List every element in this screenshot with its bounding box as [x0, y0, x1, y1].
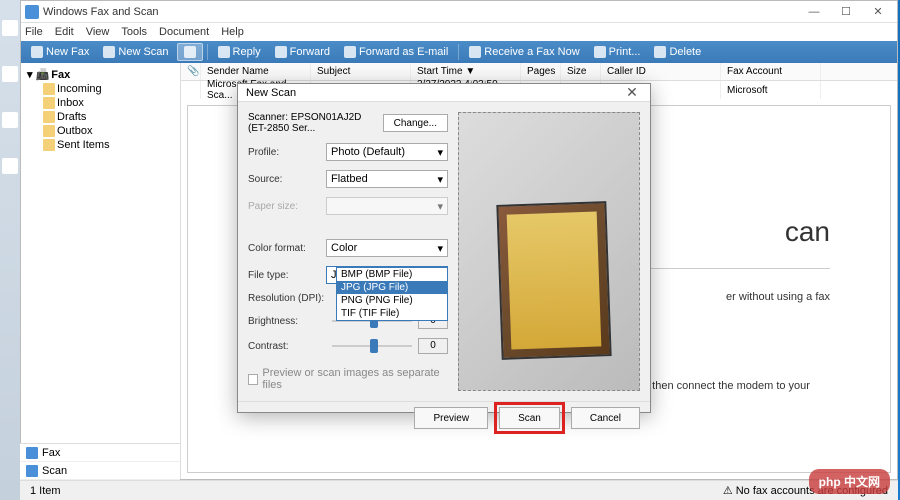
source-label: Source: — [248, 174, 326, 185]
receive-fax-button[interactable]: Receive a Fax Now — [463, 43, 585, 61]
dialog-close-button[interactable]: ✕ — [622, 84, 642, 101]
col-start-time[interactable]: Start Time ▼ — [411, 63, 521, 80]
desktop-icon[interactable] — [2, 66, 18, 82]
preview-toggle-button[interactable] — [177, 43, 203, 61]
col-account[interactable]: Fax Account — [721, 63, 821, 80]
filetype-option-bmp[interactable]: BMP (BMP File) — [337, 268, 447, 281]
forward-email-button[interactable]: Forward as E-mail — [338, 43, 454, 61]
print-button[interactable]: Print... — [588, 43, 647, 61]
forward-email-icon — [344, 46, 356, 58]
new-fax-icon — [31, 46, 43, 58]
print-icon — [594, 46, 606, 58]
col-pages[interactable]: Pages — [521, 63, 561, 80]
tree-drafts[interactable]: Drafts — [25, 110, 176, 124]
chevron-down-icon: ▾ — [437, 173, 443, 186]
contrast-slider[interactable] — [332, 345, 412, 347]
tree-outbox[interactable]: Outbox — [25, 124, 176, 138]
reply-button[interactable]: Reply — [212, 43, 267, 61]
new-scan-icon — [103, 46, 115, 58]
desktop-icon[interactable] — [2, 158, 18, 174]
tree-root-fax[interactable]: ▾ 📠 Fax — [25, 67, 176, 82]
menu-view[interactable]: View — [86, 26, 110, 38]
profile-select[interactable]: Photo (Default)▾ — [326, 143, 448, 161]
tree-incoming[interactable]: Incoming — [25, 82, 176, 96]
statusbar: 1 Item ⚠ No fax accounts are configured — [20, 480, 898, 500]
delete-button[interactable]: Delete — [648, 43, 707, 61]
preview-icon — [184, 46, 196, 58]
minimize-button[interactable]: — — [799, 2, 829, 22]
menu-edit[interactable]: Edit — [55, 26, 74, 38]
forward-icon — [275, 46, 287, 58]
filetype-label: File type: — [248, 270, 326, 281]
col-sender[interactable]: Sender Name — [201, 63, 311, 80]
scan-preview-image — [496, 201, 611, 360]
desktop-icon[interactable] — [2, 20, 18, 36]
profile-label: Profile: — [248, 147, 326, 158]
col-attachment[interactable]: 📎 — [181, 63, 201, 80]
filetype-option-tif[interactable]: TIF (TIF File) — [337, 307, 447, 320]
reply-icon — [218, 46, 230, 58]
close-button[interactable]: ✕ — [863, 2, 893, 22]
watermark: php 中文网 — [809, 469, 890, 494]
app-icon — [25, 5, 39, 19]
new-scan-dialog: New Scan ✕ Scanner: EPSON01AJ2D (ET-2850… — [237, 83, 651, 413]
scan-button[interactable]: Scan — [499, 407, 560, 429]
chevron-down-icon: ▾ — [437, 242, 443, 255]
filetype-dropdown: BMP (BMP File) JPG (JPG File) PNG (PNG F… — [336, 267, 448, 321]
bottom-nav: Fax Scan — [20, 443, 180, 480]
new-scan-button[interactable]: New Scan — [97, 43, 174, 61]
desktop-icon[interactable] — [2, 112, 18, 128]
papersize-select: ▾ — [326, 197, 448, 215]
resolution-label: Resolution (DPI): — [248, 293, 326, 304]
toolbar: New Fax New Scan Reply Forward Forward a… — [21, 41, 897, 63]
status-item-count: 1 Item — [30, 485, 61, 497]
papersize-label: Paper size: — [248, 201, 326, 212]
source-select[interactable]: Flatbed▾ — [326, 170, 448, 188]
separate-files-label: Preview or scan images as separate files — [262, 367, 448, 391]
maximize-button[interactable]: ☐ — [831, 2, 861, 22]
delete-icon — [654, 46, 666, 58]
scanner-row: Scanner: EPSON01AJ2D (ET-2850 Ser... Cha… — [248, 112, 448, 134]
scan-button-highlight: Scan — [494, 402, 565, 434]
forward-button[interactable]: Forward — [269, 43, 336, 61]
menubar: File Edit View Tools Document Help — [21, 23, 897, 41]
menu-tools[interactable]: Tools — [121, 26, 147, 38]
tree-inbox[interactable]: Inbox — [25, 96, 176, 110]
filetype-option-png[interactable]: PNG (PNG File) — [337, 294, 447, 307]
contrast-label: Contrast: — [248, 341, 326, 352]
chevron-down-icon: ▾ — [437, 146, 443, 159]
menu-file[interactable]: File — [25, 26, 43, 38]
scan-icon — [26, 465, 38, 477]
receive-icon — [469, 46, 481, 58]
preview-button[interactable]: Preview — [414, 407, 488, 429]
scan-preview-pane[interactable] — [458, 112, 640, 391]
menu-help[interactable]: Help — [221, 26, 244, 38]
cancel-button[interactable]: Cancel — [571, 407, 640, 429]
dialog-titlebar[interactable]: New Scan ✕ — [238, 84, 650, 102]
contrast-value[interactable]: 0 — [418, 338, 448, 354]
filetype-option-jpg[interactable]: JPG (JPG File) — [337, 281, 447, 294]
col-subject[interactable]: Subject — [311, 63, 411, 80]
colorformat-select[interactable]: Color▾ — [326, 239, 448, 257]
titlebar[interactable]: Windows Fax and Scan — ☐ ✕ — [21, 1, 897, 23]
col-caller[interactable]: Caller ID — [601, 63, 721, 80]
change-scanner-button[interactable]: Change... — [383, 114, 448, 132]
colorformat-label: Color format: — [248, 243, 326, 254]
fax-icon — [26, 447, 38, 459]
dialog-title: New Scan — [246, 87, 296, 99]
nav-scan[interactable]: Scan — [20, 462, 180, 480]
menu-document[interactable]: Document — [159, 26, 209, 38]
new-fax-button[interactable]: New Fax — [25, 43, 95, 61]
separate-files-checkbox[interactable] — [248, 374, 258, 385]
sidebar: ▾ 📠 Fax Incoming Inbox Drafts Outbox Sen… — [21, 63, 181, 479]
brightness-label: Brightness: — [248, 316, 326, 327]
window-title: Windows Fax and Scan — [43, 6, 799, 18]
nav-fax[interactable]: Fax — [20, 444, 180, 462]
tree-sent[interactable]: Sent Items — [25, 138, 176, 152]
col-size[interactable]: Size — [561, 63, 601, 80]
